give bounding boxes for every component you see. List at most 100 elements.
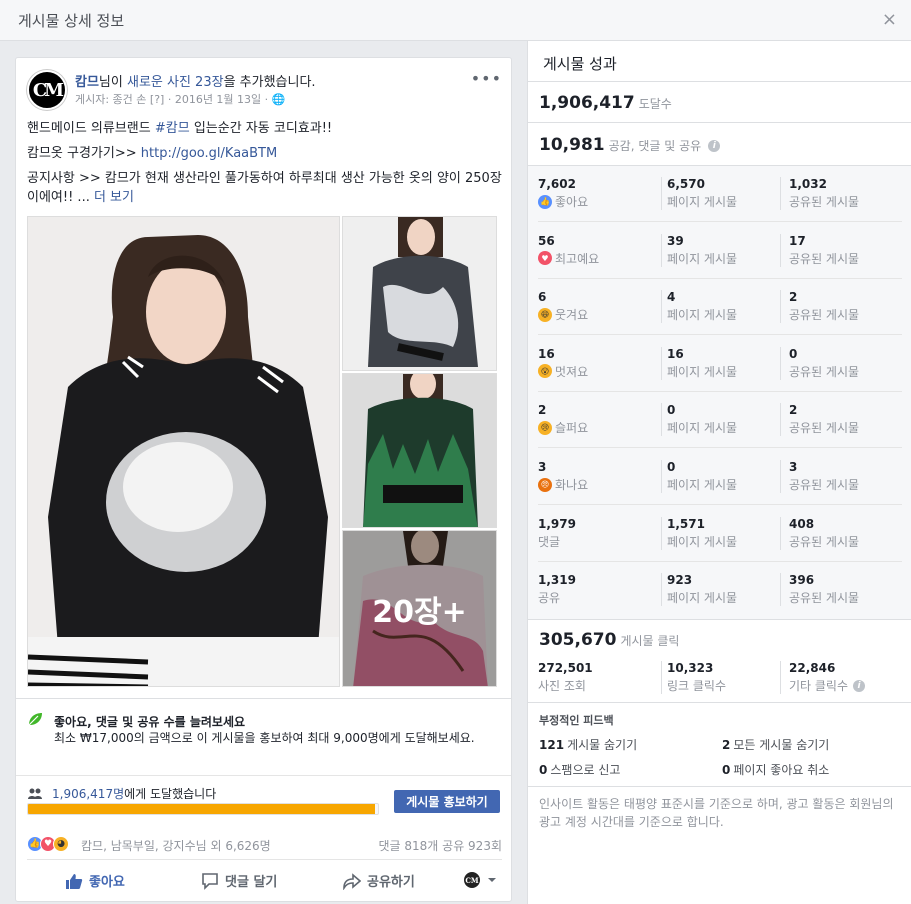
leaf-icon (28, 713, 42, 726)
reach-summary: 1,906,417명에게 도달했습니다 (52, 787, 217, 801)
angry-icon: 😠 (538, 477, 552, 492)
page-post-cell: 6,570 페이지 게시물 (661, 177, 737, 210)
engagement-row: 16 😮 멋져요 16 페이지 게시물 0 공유된 게시물 (528, 336, 911, 392)
reach-progress-fill (28, 804, 375, 814)
photos-link[interactable]: 새로운 사진 23장 (127, 75, 224, 90)
see-more-link[interactable]: 더 보기 (94, 190, 134, 205)
hashtag-link[interactable]: #캄므 (155, 121, 190, 136)
page-post-cell: 39 페이지 게시물 (661, 233, 737, 267)
comments-shares-count[interactable]: 댓글 818개 공유 923회 (379, 837, 503, 854)
negative-feedback-title: 부정적인 피드백 (539, 714, 614, 727)
share-icon (343, 872, 361, 890)
post-meta: 게시자: 종건 손 [?] · 2016년 1월 13일 · 🌐 (75, 93, 286, 106)
hide-post-metric: 121 게시물 숨기기 (539, 738, 638, 752)
click-metrics: 305,670 게시물 클릭 272,501 사진 조회 10,323 링크 클릭수 … (528, 620, 911, 702)
people-icon (28, 788, 42, 802)
page-post-cell: 16 페이지 게시물 (661, 346, 737, 380)
shared-post-cell: 17 공유된 게시물 (780, 233, 859, 267)
engagement-row: 6 😆 웃겨요 4 페이지 게시물 2 공유된 게시물 (528, 279, 911, 336)
clicks-metric: 305,670 게시물 클릭 (539, 630, 680, 650)
more-photos-overlay[interactable]: 20장+ (343, 531, 496, 686)
photo-thumb-2[interactable] (342, 373, 497, 528)
unlike-page-metric: 0 페이지 좋아요 취소 (722, 763, 830, 777)
photo-main[interactable] (27, 216, 340, 687)
wow-icon: 😮 (538, 364, 552, 379)
post-text: 핸드메이드 의류브랜드 #캄므 입는순간 자동 코디효과!! 캄므옷 구경가기>… (27, 121, 502, 205)
photo-thumb-1[interactable] (342, 216, 497, 371)
dialog-titlebar: 게시물 상세 정보 × (0, 0, 911, 41)
engagement-row: 2 😢 슬퍼요 0 페이지 게시물 2 공유된 게시물 (528, 392, 911, 449)
boost-post-button[interactable]: 게시물 홍보하기 (394, 790, 500, 813)
divider (528, 122, 911, 123)
engagement-row: 1,319 공유 923 페이지 게시물 396 공유된 게시물 (528, 562, 911, 618)
promo-description: 최소 ₩17,000의 금액으로 이 게시물을 홍보하여 최대 9,000명에게… (54, 731, 475, 745)
total-cell: 3 😠 화나요 (538, 460, 589, 492)
post-insights-panel: 게시물 성과 1,906,417 도달수 10,981 공감, 댓글 및 공유 i … (527, 41, 911, 904)
shared-post-cell: 408 공유된 게시물 (780, 516, 859, 550)
author-link[interactable]: 캄므 (75, 75, 99, 90)
reactors-names[interactable]: 캄므, 남목부일, 강지수님 외 6,626명 (81, 837, 271, 854)
total-cell: 1,979 댓글 (538, 516, 576, 549)
url-link[interactable]: http://goo.gl/KaaBTM (141, 146, 277, 161)
boost-promo: 좋아요, 댓글 및 공유 수를 늘려보세요 최소 ₩17,000의 금액으로 이… (16, 698, 511, 830)
negative-feedback: 부정적인 피드백 121 게시물 숨기기 2 모든 게시물 숨기기 0 스팸으로 신고… (528, 703, 911, 798)
reach-count-link[interactable]: 1,906,417명 (52, 787, 124, 801)
spam-report-metric: 0 스팸으로 신고 (539, 763, 621, 777)
divider (528, 81, 911, 82)
shared-post-cell: 2 공유된 게시물 (780, 403, 859, 437)
shared-post-cell: 0 공유된 게시물 (780, 346, 859, 380)
total-cell: 6 😆 웃겨요 (538, 290, 589, 323)
total-cell: 7,602 👍 좋아요 (538, 177, 589, 209)
comment-button[interactable]: 댓글 달기 (201, 871, 277, 890)
total-cell: 16 😮 멋져요 (538, 346, 589, 379)
page-avatar[interactable]: CM (27, 70, 67, 110)
photo-thumb-3[interactable]: 20장+ (342, 530, 497, 687)
post-headline: 캄므님이 새로운 사진 23장을 추가했습니다. (75, 75, 316, 90)
page-post-cell: 0 페이지 게시물 (661, 403, 737, 437)
divider (27, 859, 502, 860)
reach-metric: 1,906,417 도달수 (539, 93, 672, 113)
audience-selector[interactable]: CM (463, 871, 497, 889)
svg-text:CM: CM (465, 876, 479, 885)
divider (16, 775, 511, 776)
dialog-title: 게시물 상세 정보 (18, 12, 125, 30)
post-card: CM 캄므님이 새로운 사진 23장을 추가했습니다. 게시자: 종건 손 [?… (15, 57, 512, 902)
engagement-row: 3 😠 화나요 0 페이지 게시물 3 공유된 게시물 (528, 449, 911, 505)
shared-post-cell: 396 공유된 게시물 (780, 573, 859, 607)
hide-all-metric: 2 모든 게시물 숨기기 (722, 738, 830, 752)
comment-icon (202, 872, 218, 890)
shared-post-cell: 2 공유된 게시물 (780, 290, 859, 324)
post-actions: 좋아요 댓글 달기 공유하기 CM (27, 866, 502, 896)
post-details-dialog: 게시물 상세 정보 × CM 캄므님이 새로운 사진 23장을 추가했습니다. … (0, 0, 911, 904)
info-icon[interactable]: i (708, 139, 721, 152)
share-button[interactable]: 공유하기 (343, 871, 415, 890)
reach-progress-bar (27, 803, 379, 815)
post-header: CM 캄므님이 새로운 사진 23장을 추가했습니다. 게시자: 종건 손 [?… (27, 69, 502, 115)
page-post-cell: 0 페이지 게시물 (661, 460, 737, 493)
engagement-breakdown: 7,602 👍 좋아요 6,570 페이지 게시물 1,032 공유된 게시물 56 ♥ 최고예요… (528, 166, 911, 619)
wow-reaction-icon: ◕ (53, 836, 69, 852)
reactions-summary[interactable]: 👍 ♥ ◕ 캄므, 남목부일, 강지수님 외 6,626명 댓글 818개 공유… (27, 835, 502, 855)
info-icon[interactable]: i (853, 679, 866, 692)
more-options-icon[interactable]: ••• (471, 69, 502, 88)
engagement-row: 7,602 👍 좋아요 6,570 페이지 게시물 1,032 공유된 게시물 (528, 166, 911, 222)
chevron-down-icon (488, 878, 496, 882)
total-cell: 2 😢 슬퍼요 (538, 403, 589, 436)
like-icon: 👍 (538, 194, 552, 209)
like-button[interactable]: 좋아요 (65, 871, 125, 890)
close-icon[interactable]: × (882, 9, 897, 30)
other-clicks-cell: 22,846 기타 클릭수 i (780, 661, 866, 694)
insights-title: 게시물 성과 (543, 55, 617, 73)
promo-title: 좋아요, 댓글 및 공유 수를 늘려보세요 (54, 715, 246, 729)
insights-footnote: 인사이트 활동은 태평양 표준시를 기준으로 하며, 광고 활동은 회원님의 광… (539, 797, 894, 829)
photo-views-cell: 272,501 사진 조회 (538, 661, 593, 693)
total-cell: 56 ♥ 최고예요 (538, 233, 600, 266)
page-post-cell: 4 페이지 게시물 (661, 290, 737, 324)
photo-grid: 20장+ (27, 216, 497, 687)
page-avatar-icon: CM (464, 872, 480, 888)
engagement-row: 56 ♥ 최고예요 39 페이지 게시물 17 공유된 게시물 (528, 223, 911, 279)
shared-post-cell: 3 공유된 게시물 (780, 460, 859, 493)
divider (528, 786, 911, 787)
link-clicks-cell: 10,323 링크 클릭수 (661, 661, 726, 694)
shared-post-cell: 1,032 공유된 게시물 (780, 177, 859, 210)
